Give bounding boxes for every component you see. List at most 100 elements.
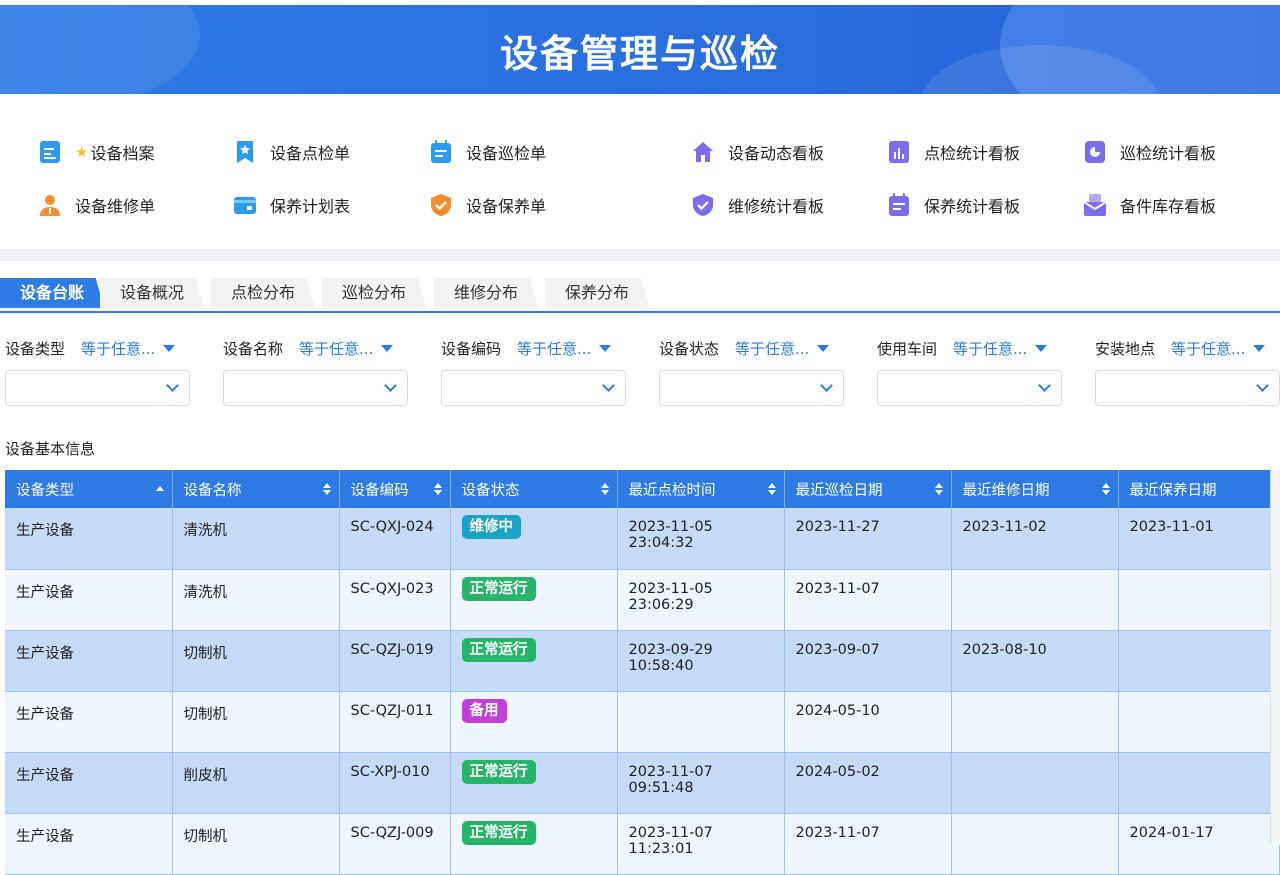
caret-down-icon[interactable] — [817, 344, 830, 352]
quick-link-label: 维修统计看板 — [728, 197, 825, 216]
cell-value: 切制机 — [183, 828, 228, 845]
filter-value-select[interactable] — [441, 370, 626, 406]
calendar-list-icon — [429, 140, 453, 164]
quick-link-1[interactable]: ★ 设备档案 — [38, 137, 154, 167]
document-icon — [38, 140, 62, 164]
table-cell: SC-QZJ-009 — [339, 813, 451, 875]
filter-operator-select[interactable]: 等于任意... — [81, 338, 155, 359]
column-header[interactable]: 设备类型 — [5, 470, 173, 508]
quick-link-10[interactable]: 维修统计看板 — [691, 190, 824, 220]
status-badge: 正常运行 — [461, 820, 536, 845]
quick-link-6[interactable]: 巡检统计看板 — [1083, 137, 1216, 167]
quick-link-label: 设备保养单 — [466, 197, 547, 216]
filter-value-select[interactable] — [1095, 370, 1280, 406]
cell-value: SC-QZJ-019 — [350, 641, 434, 658]
sort-icon[interactable] — [767, 483, 776, 495]
table-cell: 生产设备 — [5, 508, 173, 570]
tab-3[interactable]: 点检分布 — [211, 278, 316, 308]
quick-link-3[interactable]: 设备巡检单 — [429, 137, 546, 167]
table-row[interactable]: 生产设备 削皮机 SC-XPJ-010 正常运行 2023-11-07 09:51:48… — [5, 752, 1280, 814]
table-row[interactable]: 生产设备 清洗机 SC-QXJ-023 正常运行 2023-11-05 23:06:29… — [5, 569, 1280, 631]
quick-link-11[interactable]: 保养统计看板 — [887, 190, 1020, 220]
chevron-down-icon — [1256, 379, 1269, 392]
filter-operator-select[interactable]: 等于任意... — [735, 338, 809, 359]
table-cell: 2023-09-29 10:58:40 — [617, 630, 785, 692]
filter-value-select[interactable] — [5, 370, 190, 406]
cell-value: 2024-05-10 — [795, 702, 880, 719]
quick-link-8[interactable]: 保养计划表 — [233, 190, 350, 220]
caret-down-icon[interactable] — [1035, 344, 1048, 352]
quick-link-7[interactable]: 设备维修单 — [38, 190, 155, 220]
column-header[interactable]: 最近维修日期 — [951, 470, 1119, 508]
quick-link-12[interactable]: 备件库存看板 — [1083, 190, 1216, 220]
caret-down-icon[interactable] — [381, 344, 394, 352]
filter-2: 设备名称 等于任意... — [223, 336, 409, 406]
table-row[interactable]: 生产设备 切制机 SC-QZJ-011 备用 2024-05-10 — [5, 691, 1280, 753]
sort-icon[interactable] — [322, 483, 331, 495]
quick-link-5[interactable]: 点检统计看板 — [887, 137, 1020, 167]
filter-operator-select[interactable]: 等于任意... — [953, 338, 1027, 359]
column-header[interactable]: 最近保养日期 — [1118, 470, 1280, 508]
caret-down-icon[interactable] — [1253, 344, 1266, 352]
table-cell: 维修中 — [450, 508, 618, 570]
column-header[interactable]: 设备名称 — [172, 470, 340, 508]
tab-5[interactable]: 维修分布 — [434, 278, 539, 308]
filter-value-select[interactable] — [223, 370, 408, 406]
quick-link-label: 设备维修单 — [75, 197, 156, 216]
quick-link-4[interactable]: 设备动态看板 — [691, 137, 824, 167]
tab-4[interactable]: 巡检分布 — [322, 278, 427, 308]
cell-value: 生产设备 — [16, 523, 74, 539]
table-cell — [951, 691, 1119, 753]
status-badge: 正常运行 — [461, 759, 536, 784]
filter-label: 设备名称 — [223, 339, 284, 358]
sort-ascending-icon[interactable] — [155, 486, 164, 498]
sort-icon[interactable] — [433, 483, 442, 495]
table-cell: 2023-11-05 23:04:32 — [617, 508, 785, 570]
table-cell: 正常运行 — [450, 630, 618, 692]
calendar-list-icon — [887, 193, 911, 217]
cell-value: 生产设备 — [16, 584, 74, 601]
table-cell: 2023-11-02 — [951, 508, 1119, 570]
sort-icon[interactable] — [600, 483, 609, 495]
table-row[interactable]: 生产设备 切制机 SC-QZJ-019 正常运行 2023-09-29 10:58:40… — [5, 630, 1280, 692]
filter-value-select[interactable] — [877, 370, 1062, 406]
caret-down-icon[interactable] — [163, 344, 176, 352]
column-header[interactable]: 设备编码 — [339, 470, 451, 508]
column-header[interactable]: 最近巡检日期 — [784, 470, 952, 508]
cell-value: 2023-11-05 23:06:29 — [628, 580, 713, 613]
page-title: 设备管理与巡检 — [499, 32, 780, 76]
quick-link-9[interactable]: 设备保养单 — [429, 190, 546, 220]
table-scrollbar[interactable] — [1270, 470, 1280, 845]
chevron-down-icon — [602, 379, 615, 392]
filter-value-select[interactable] — [659, 370, 844, 406]
table-row[interactable]: 生产设备 清洗机 SC-QXJ-024 维修中 2023-11-05 23:04:32 2… — [5, 508, 1280, 570]
cell-value: SC-QZJ-011 — [350, 702, 434, 719]
caret-down-icon[interactable] — [599, 344, 612, 352]
cell-value: 2023-11-05 23:04:32 — [628, 519, 713, 551]
filter-operator-select[interactable]: 等于任意... — [517, 338, 591, 359]
cell-value: 2023-11-02 — [962, 519, 1047, 535]
filter-operator-select[interactable]: 等于任意... — [1171, 338, 1245, 359]
sort-icon[interactable] — [1101, 483, 1110, 495]
home-icon — [691, 140, 715, 164]
tab-2[interactable]: 设备概况 — [100, 278, 205, 308]
quick-link-2[interactable]: 设备点检单 — [233, 137, 350, 167]
table-cell: 2024-05-10 — [784, 691, 952, 753]
cell-value: 2024-05-02 — [795, 763, 880, 780]
tab-6[interactable]: 保养分布 — [545, 278, 650, 308]
column-header-label: 最近点检时间 — [628, 482, 716, 499]
table-cell: SC-QZJ-011 — [339, 691, 451, 753]
table-cell — [1118, 691, 1280, 753]
filter-operator-select[interactable]: 等于任意... — [299, 338, 373, 359]
filter-label: 设备状态 — [659, 339, 720, 358]
column-header[interactable]: 最近点检时间 — [617, 470, 785, 508]
tab-1[interactable]: 设备台账 — [0, 278, 105, 308]
filter-label: 设备类型 — [5, 339, 66, 358]
quick-link-label: 保养计划表 — [270, 197, 351, 216]
table-cell: SC-XPJ-010 — [339, 752, 451, 814]
table-cell: 正常运行 — [450, 569, 618, 631]
sort-icon[interactable] — [934, 483, 943, 495]
cell-value: 切制机 — [183, 645, 228, 662]
table-row[interactable]: 生产设备 切制机 SC-QZJ-009 正常运行 2023-11-07 11:23:01… — [5, 813, 1280, 875]
column-header[interactable]: 设备状态 — [450, 470, 618, 508]
